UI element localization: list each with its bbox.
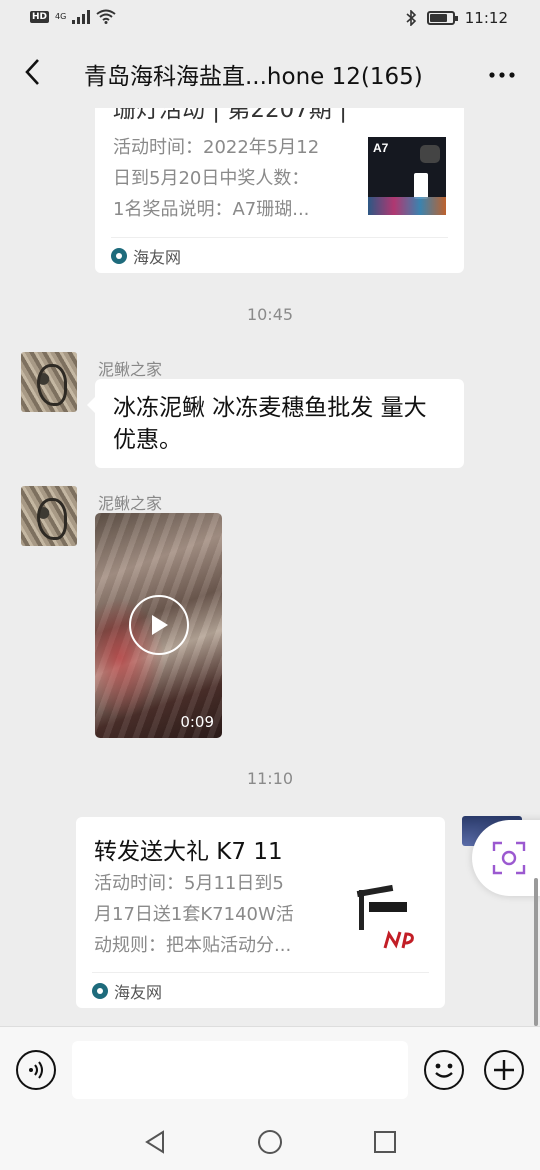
nav-recents-button[interactable] (371, 1128, 399, 1156)
status-right: 11:12 (405, 9, 508, 27)
emoji-icon (435, 1063, 453, 1078)
nav-home-button[interactable] (256, 1128, 284, 1156)
message-input[interactable] (72, 1041, 408, 1099)
card-desc-line: 动规则：把本贴活动分... (94, 935, 292, 956)
wifi-icon (96, 9, 116, 24)
system-nav-bar (0, 1112, 540, 1170)
play-button[interactable] (129, 595, 189, 655)
message-list[interactable]: 珊灯活动 | 第2207期 | 活动时间：2022年5月12 日到5月20日中奖… (0, 108, 540, 1026)
brand-logo-icon (383, 930, 414, 949)
emoji-button[interactable] (424, 1050, 464, 1090)
source-name: 海友网 (133, 247, 182, 267)
input-bar (0, 1026, 540, 1112)
chat-header: 青岛海科海盐直...hone 12(165) (0, 36, 540, 108)
plus-button[interactable] (484, 1050, 524, 1090)
scrollbar[interactable] (534, 878, 538, 1026)
card-thumbnail: A7 (368, 137, 446, 215)
link-card[interactable]: 转发送大礼 K7 11 活动时间：5月11日到5 月17日送1套K7140W活 … (76, 817, 445, 1008)
text-message-bubble[interactable]: 冰冻泥鳅 冰冻麦穗鱼批发 量大 优惠。 (87, 379, 464, 468)
chevron-left-icon (25, 59, 39, 85)
chat-title: 青岛海科海盐直...hone 12(165) (84, 64, 423, 90)
sender-name: 泥鳅之家 (98, 494, 163, 513)
voice-button[interactable] (16, 1050, 56, 1090)
phone-image (414, 173, 428, 199)
scan-text-button[interactable] (472, 820, 540, 896)
source-name: 海友网 (114, 982, 163, 1002)
sender-name: 泥鳅之家 (98, 360, 163, 379)
back-button[interactable] (14, 54, 50, 90)
battery-icon (426, 11, 458, 25)
card-thumbnail (349, 880, 427, 958)
nav-home-icon (258, 1130, 282, 1154)
video-duration: 0:09 (180, 713, 214, 731)
card-source: 海友网 (111, 237, 448, 273)
voice-icon (29, 1061, 43, 1079)
card-desc-line: 1名奖品说明：A7珊瑚... (113, 199, 310, 220)
card-desc-line: 月17日送1套K7140W活 (94, 904, 294, 925)
thumbnail-label: A7 (373, 141, 389, 155)
plus-icon (494, 1060, 514, 1080)
message-line: 优惠。 (113, 427, 182, 453)
video-message[interactable]: 0:09 (95, 513, 222, 738)
link-card[interactable]: 珊灯活动 | 第2207期 | 活动时间：2022年5月12 日到5月20日中奖… (95, 108, 464, 273)
avatar[interactable] (21, 352, 77, 412)
network-type: 4G (55, 12, 67, 21)
scan-text-icon (492, 841, 526, 875)
nav-back-icon (145, 1130, 164, 1154)
card-description: 活动时间：5月11日到5 月17日送1套K7140W活 动规则：把本贴活动分..… (94, 868, 334, 961)
status-left: HD 4G (30, 9, 116, 24)
clock: 11:12 (464, 9, 508, 27)
play-icon (152, 615, 168, 635)
lamp-head (369, 902, 407, 912)
more-dots-icon (489, 72, 515, 78)
bluetooth-icon (406, 10, 416, 26)
status-bar: HD 4G 11:12 (0, 0, 540, 36)
source-logo-icon (92, 982, 108, 999)
hd-badge: HD (30, 10, 50, 23)
timestamp: 10:45 (246, 305, 294, 324)
timestamp: 11:10 (246, 769, 294, 788)
lamp-arm (356, 884, 394, 898)
card-source: 海友网 (92, 972, 429, 1008)
source-logo-icon (111, 247, 127, 264)
nav-recents-icon (374, 1131, 396, 1153)
message-line: 冰冻泥鳅 冰冻麦穗鱼批发 量大 (113, 395, 427, 421)
card-desc-line: 活动时间：2022年5月12 (113, 137, 320, 158)
device-image (420, 145, 440, 163)
card-title: 珊灯活动 | 第2207期 | (113, 108, 347, 123)
card-title: 转发送大礼 K7 11 (94, 839, 283, 865)
card-desc-line: 活动时间：5月11日到5 (94, 873, 284, 894)
avatar[interactable] (21, 486, 77, 546)
card-desc-line: 日到5月20日中奖人数： (113, 168, 310, 189)
signal-icon (72, 9, 91, 24)
more-button[interactable] (488, 56, 516, 86)
nav-back-button[interactable] (141, 1128, 169, 1156)
reef-image (368, 197, 446, 215)
card-description: 活动时间：2022年5月12 日到5月20日中奖人数： 1名奖品说明：A7珊瑚.… (113, 132, 353, 225)
